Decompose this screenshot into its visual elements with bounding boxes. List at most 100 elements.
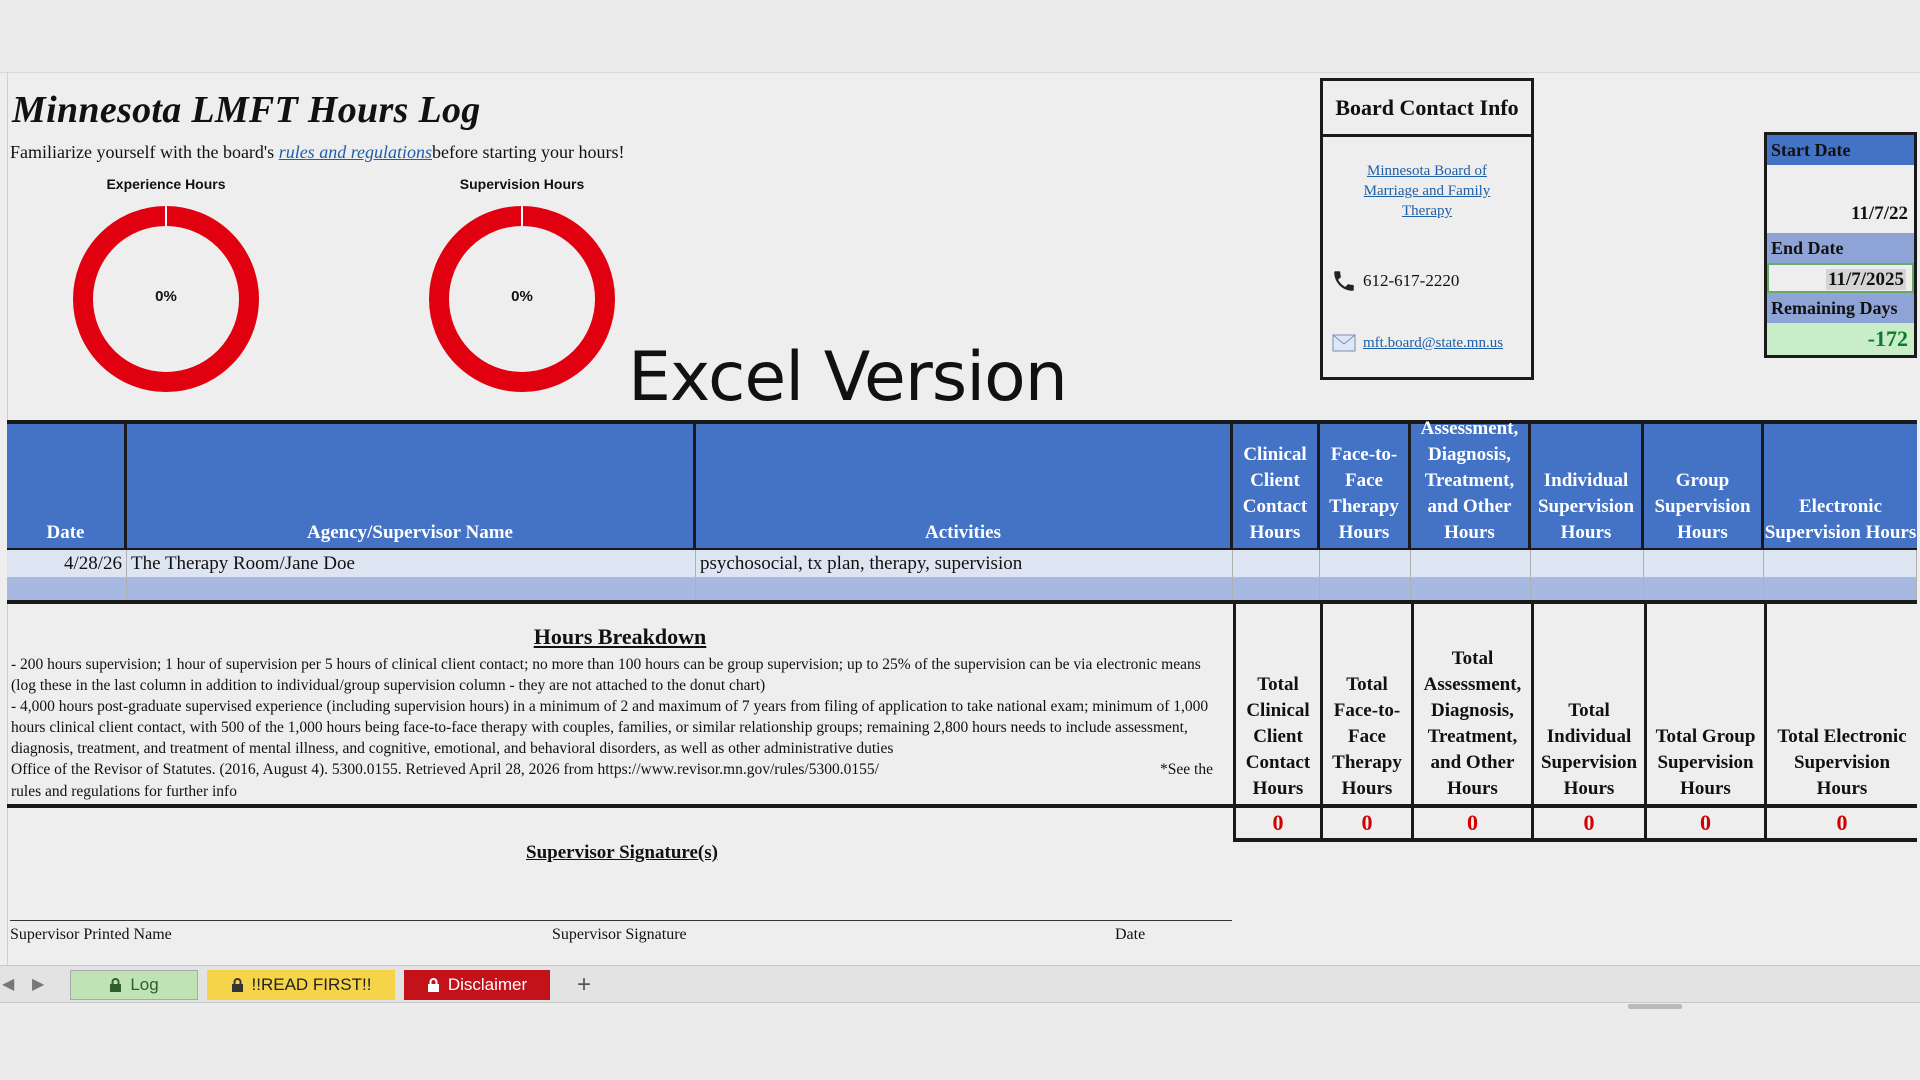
start-date-label: Start Date [1767,135,1914,165]
rules-link[interactable]: rules and regulations [279,142,432,162]
total-electronic-label[interactable]: Total Electronic Supervision Hours [1764,600,1917,804]
empty-agency-cell[interactable] [127,578,696,600]
breakdown-title: Hours Breakdown [533,624,707,649]
page-title: Minnesota LMFT Hours Log [12,89,481,131]
intro-text: Familiarize yourself with the board's ru… [10,142,624,163]
empty-assessment-cell[interactable] [1411,578,1531,600]
row-activities-cell[interactable]: psychosocial, tx plan, therapy, supervis… [696,550,1233,577]
tab-log[interactable]: Log [70,970,198,1000]
totals-values: 0 0 0 0 0 0 [1233,808,1917,842]
status-area [0,1004,1920,1080]
chevron-left-icon[interactable]: ◀ [2,974,14,993]
sheet-tab-bar: ◀ ▶ Log !!READ FIRST!! Disclaimer + [0,965,1920,1003]
lock-icon [231,977,244,993]
start-date-value[interactable]: 11/7/22 [1767,165,1914,233]
breakdown-citation: Office of the Revisor of Statutes. (2016… [7,759,1233,781]
supervision-hours-chart[interactable]: Supervision Hours 0% [422,176,622,394]
intro-after: before starting your hours! [432,142,625,162]
total-individual-value[interactable]: 0 [1531,808,1644,838]
board-email-row: mft.board@state.mn.us [1329,329,1503,357]
table-row-empty [7,578,1917,600]
row-face-cell[interactable] [1320,550,1411,577]
total-face-label[interactable]: Total Face-to-Face Therapy Hours [1320,600,1411,804]
empty-face-cell[interactable] [1320,578,1411,600]
col-individual[interactable]: Individual Supervision Hours [1531,424,1644,548]
intro-before: Familiarize yourself with the board's [10,142,279,162]
breakdown-experience-text: - 4,000 hours post-graduate supervised e… [11,698,1209,757]
col-date[interactable]: Date [7,424,127,548]
table-row: 4/28/26 The Therapy Room/Jane Doe psycho… [7,550,1917,578]
see-also-text: *See the [1160,761,1213,778]
excel-version-banner: Excel Version [628,338,1068,417]
chevron-right-icon[interactable]: ▶ [32,974,44,993]
experience-percent: 0% [155,288,177,305]
row-agency-cell[interactable]: The Therapy Room/Jane Doe [127,550,696,577]
tab-disclaimer-label: Disclaimer [447,975,528,994]
board-website-link[interactable]: Minnesota Board of Marriage and Family T… [1347,161,1507,221]
col-clinical[interactable]: Clinical Client Contact Hours [1233,424,1320,548]
supervision-chart-title: Supervision Hours [459,176,585,192]
end-date-label: End Date [1767,233,1914,263]
row-group-cell[interactable] [1644,550,1764,577]
totals-header: Total Clinical Client Contact Hours Tota… [1233,600,1917,804]
horizontal-scrollbar[interactable] [1628,1004,1682,1009]
total-individual-label[interactable]: Total Individual Supervision Hours [1531,600,1644,804]
breakdown-supervision-text: - 200 hours supervision; 1 hour of super… [11,656,1201,694]
row-individual-cell[interactable] [1531,550,1644,577]
board-phone: 612-617-2220 [1363,271,1460,290]
end-date-value[interactable]: 11/7/2025 [1767,263,1914,293]
col-activities[interactable]: Activities [696,424,1233,548]
signature-line [10,920,1232,921]
supervision-percent: 0% [511,288,533,305]
row-assessment-cell[interactable] [1411,550,1531,577]
tab-read-first[interactable]: !!READ FIRST!! [207,970,395,1000]
phone-icon [1329,267,1359,295]
citation-end: rules and regulations for further info [11,783,237,800]
empty-group-cell[interactable] [1644,578,1764,600]
empty-activities-cell[interactable] [696,578,1233,600]
tab-read-first-label: !!READ FIRST!! [251,975,372,994]
total-group-label[interactable]: Total Group Supervision Hours [1644,600,1764,804]
total-clinical-value[interactable]: 0 [1233,808,1320,838]
row-date-cell[interactable]: 4/28/26 [7,550,127,577]
board-phone-row: 612-617-2220 [1329,267,1459,295]
total-electronic-value[interactable]: 0 [1764,808,1917,838]
log-table-header: Date Agency/Supervisor Name Activities C… [7,418,1917,550]
mail-icon [1329,329,1359,357]
total-assessment-label[interactable]: Total Assessment, Diagnosis, Treatment, … [1411,600,1531,804]
lock-icon [427,977,440,993]
total-face-value[interactable]: 0 [1320,808,1411,838]
citation-text: Office of the Revisor of Statutes. (2016… [11,761,879,778]
empty-electronic-cell[interactable] [1764,578,1917,600]
signature-title: Supervisor Signature(s) [526,842,718,863]
experience-hours-chart[interactable]: Experience Hours 0% [66,176,266,394]
row-electronic-cell[interactable] [1764,550,1917,577]
breakdown-text-cell[interactable]: Hours Breakdown - 200 hours supervision;… [7,604,1233,804]
total-group-value[interactable]: 0 [1644,808,1764,838]
signature-date-label: Date [1115,926,1146,943]
tab-disclaimer[interactable]: Disclaimer [404,970,550,1000]
col-electronic[interactable]: Electronic Supervision Hours [1764,424,1917,548]
empty-individual-cell[interactable] [1531,578,1644,600]
date-tracker: Start Date 11/7/22 End Date 11/7/2025 Re… [1764,132,1917,358]
total-clinical-label[interactable]: Total Clinical Client Contact Hours [1233,600,1320,804]
remaining-days-label: Remaining Days [1767,293,1914,323]
empty-date-cell[interactable] [7,578,127,600]
remaining-days-value[interactable]: -172 [1767,323,1914,355]
col-assessment[interactable]: Assessment, Diagnosis, Treatment, and Ot… [1411,418,1531,548]
board-contact-box: Board Contact Info Minnesota Board of Ma… [1320,78,1534,380]
col-face-to-face[interactable]: Face-to-Face Therapy Hours [1320,424,1411,548]
experience-chart-title: Experience Hours [106,176,226,192]
supervisor-printed-name-label: Supervisor Printed Name [10,926,172,943]
add-sheet-button[interactable]: + [564,970,604,1000]
col-group[interactable]: Group Supervision Hours [1644,424,1764,548]
board-email-link[interactable]: mft.board@state.mn.us [1363,335,1503,352]
end-date-text: 11/7/2025 [1825,269,1906,290]
col-agency[interactable]: Agency/Supervisor Name [127,424,696,548]
row-clinical-cell[interactable] [1233,550,1320,577]
tab-log-label: Log [130,975,159,994]
total-assessment-value[interactable]: 0 [1411,808,1531,838]
lock-icon [109,977,122,993]
empty-clinical-cell[interactable] [1233,578,1320,600]
supervisor-signature-label: Supervisor Signature [552,926,687,943]
